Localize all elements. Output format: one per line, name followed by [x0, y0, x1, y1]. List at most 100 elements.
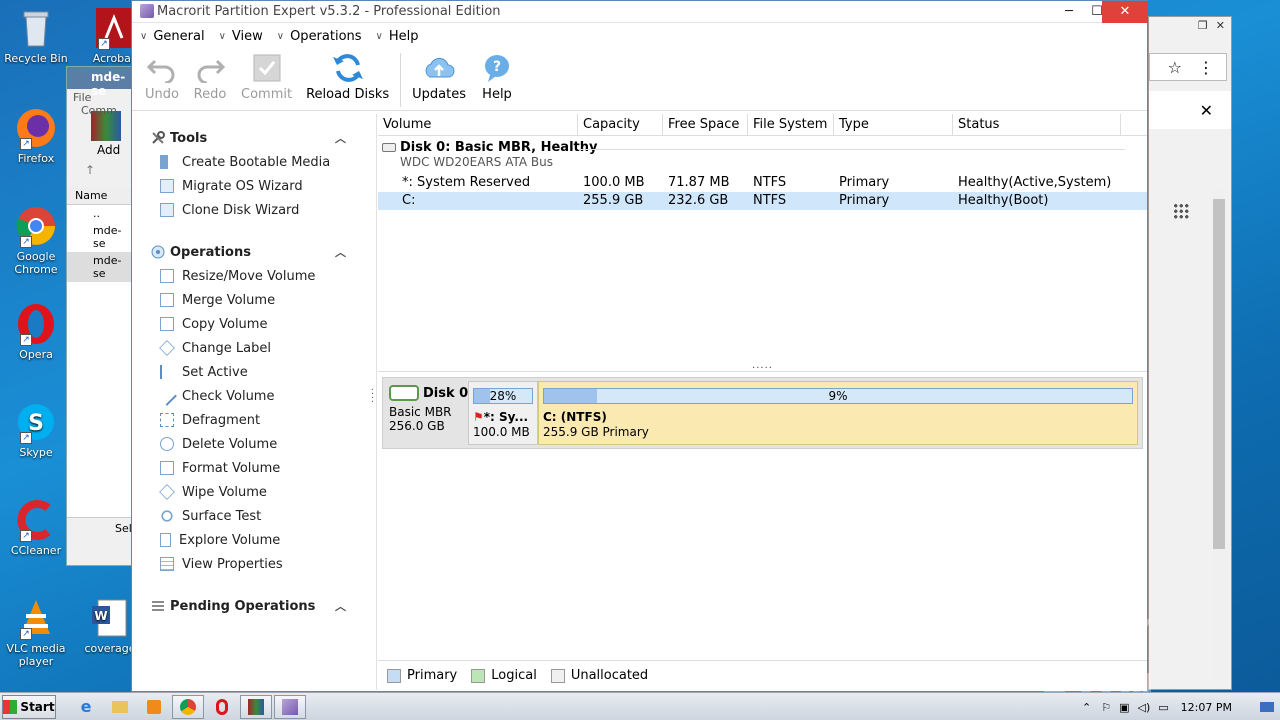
disk-map[interactable]: Disk 0 Basic MBR 256.0 GB 28% ⚑*: Sy... … [382, 377, 1143, 449]
restore-icon[interactable]: ❐ [1198, 19, 1208, 37]
desktop-icon-vlc[interactable]: ↗ VLC media player [4, 596, 68, 668]
taskbar-explorer[interactable] [104, 695, 136, 719]
op-wipe-volume[interactable]: Wipe Volume [132, 480, 376, 504]
tool-migrate-os-wizard[interactable]: Migrate OS Wizard [132, 174, 376, 198]
close-icon[interactable]: ✕ [1200, 101, 1213, 120]
panel-resize-handle[interactable]: · · · · [371, 386, 374, 408]
taskbar-media-player[interactable] [138, 695, 170, 719]
tool-clone-disk-wizard[interactable]: Clone Disk Wizard [132, 198, 376, 222]
splitter-handle[interactable]: ..... [378, 361, 1147, 371]
power-icon[interactable]: ▭ [1158, 701, 1168, 714]
bg-col-name[interactable]: Name [67, 187, 135, 205]
op-format-volume[interactable]: Format Volume [132, 456, 376, 480]
desktop-icon-skype[interactable]: S ↗ Skype [4, 400, 68, 459]
bg-row[interactable]: mde-se [67, 252, 135, 282]
op-copy-volume[interactable]: Copy Volume [132, 312, 376, 336]
menu-view[interactable]: ∨ View [219, 29, 263, 44]
operations-header[interactable]: Operations ︿ [132, 240, 376, 264]
clock[interactable]: 12:07 PM [1181, 701, 1232, 714]
col-type[interactable]: Type [834, 114, 953, 135]
background-window-browser[interactable]: ❐ ✕ ☆ ⋮ ✕ [1148, 16, 1232, 690]
more-icon[interactable]: ⋮ [1198, 58, 1214, 77]
collapse-icon[interactable]: ︿ [335, 598, 346, 614]
op-resize-move-volume[interactable]: Resize/Move Volume [132, 264, 376, 288]
disk-map-kind: Basic MBR [389, 405, 452, 419]
partition-block-c[interactable]: 9% C: (NTFS) 255.9 GB Primary [538, 381, 1138, 445]
op-defragment[interactable]: Defragment [132, 408, 376, 432]
table-row-selected[interactable]: C: 255.9 GB 232.6 GB NTFS Primary Health… [378, 192, 1147, 210]
desktop-icon-firefox[interactable]: ↗ Firefox [4, 106, 68, 165]
op-change-label[interactable]: Change Label [132, 336, 376, 360]
op-check-volume[interactable]: Check Volume [132, 384, 376, 408]
copy-icon [160, 317, 174, 331]
redo-button[interactable]: Redo [186, 49, 234, 102]
title-bar[interactable]: Macrorit Partition Expert v5.3.2 - Profe… [132, 1, 1148, 23]
col-volume[interactable]: Volume [378, 114, 578, 135]
bg-row[interactable]: mde-se [67, 222, 135, 252]
action-center-flag-icon[interactable]: ⚐ [1101, 701, 1111, 714]
eraser-icon [159, 484, 175, 500]
op-delete-volume[interactable]: Delete Volume [132, 432, 376, 456]
taskbar-ie[interactable]: e [70, 695, 102, 719]
chevron-down-icon: ∨ [140, 30, 148, 42]
show-hidden-icons[interactable]: ⌃ [1082, 701, 1091, 714]
bg-up-arrow-icon[interactable]: ↑ [67, 157, 135, 179]
desktop-icon-opera[interactable]: ↗ Opera [4, 302, 68, 361]
op-surface-test[interactable]: Surface Test [132, 504, 376, 528]
col-capacity[interactable]: Capacity [578, 114, 663, 135]
desktop-icon-ccleaner[interactable]: ↗ CCleaner [4, 498, 68, 557]
desktop-icon-chrome[interactable]: ↗ Google Chrome [4, 204, 68, 276]
op-merge-volume[interactable]: Merge Volume [132, 288, 376, 312]
partition-block-system-reserved[interactable]: 28% ⚑*: Sy... 100.0 MB [468, 381, 538, 445]
commit-button[interactable]: Commit [234, 49, 299, 102]
undo-button[interactable]: Undo [138, 49, 186, 102]
usage-percent: 9% [828, 389, 848, 403]
collapse-icon[interactable]: ︿ [335, 244, 346, 260]
table-row[interactable]: *: System Reserved 100.0 MB 71.87 MB NTF… [378, 174, 1147, 192]
menu-operations[interactable]: ∨ Operations [277, 29, 362, 44]
start-button[interactable]: Start [2, 694, 56, 719]
updates-button[interactable]: Updates [405, 49, 473, 102]
menu-help[interactable]: ∨ Help [376, 29, 419, 44]
background-window-archive[interactable]: mde-se File Comm Add ↑ Name .. mde-se md… [66, 66, 163, 566]
bg-address-bar[interactable]: ☆ ⋮ [1149, 53, 1227, 81]
reload-disks-button[interactable]: Reload Disks [299, 49, 396, 102]
vlc-icon: ↗ [14, 596, 58, 640]
op-explore-volume[interactable]: Explore Volume [132, 528, 376, 552]
disk-group-row[interactable]: Disk 0: Basic MBR, Healthy WDC WD20EARS … [378, 136, 1147, 172]
col-status[interactable]: Status [953, 114, 1121, 135]
minimize-button[interactable]: ─ [1054, 1, 1084, 23]
volume-icon[interactable]: ◁) [1138, 701, 1151, 714]
pending-operations-header[interactable]: Pending Operations ︿ [132, 594, 376, 618]
help-button[interactable]: ? Help [473, 49, 521, 102]
bg-menu-file[interactable]: File [73, 91, 91, 104]
show-desktop-icon[interactable] [1260, 702, 1274, 712]
taskbar-opera[interactable] [206, 695, 238, 719]
col-free-space[interactable]: Free Space [663, 114, 748, 135]
col-file-system[interactable]: File System [748, 114, 834, 135]
taskbar-chrome[interactable] [172, 694, 204, 719]
bg-menu-comm[interactable]: Comm [81, 104, 117, 117]
tool-create-bootable-media[interactable]: Create Bootable Media [132, 150, 376, 174]
apps-grid-icon[interactable] [1173, 203, 1189, 219]
chrome-icon: ↗ [14, 204, 58, 248]
taskbar-partition-expert[interactable] [274, 694, 306, 719]
op-view-properties[interactable]: View Properties [132, 552, 376, 576]
scroll-thumb[interactable] [1213, 199, 1225, 549]
cell-free: 232.6 GB [668, 193, 729, 208]
op-set-active[interactable]: Set Active [132, 360, 376, 384]
bg-row[interactable]: .. [67, 205, 135, 222]
close-icon[interactable]: ✕ [1216, 19, 1225, 37]
bg-scrollbar[interactable] [1213, 189, 1225, 679]
close-button[interactable]: ✕ [1102, 1, 1148, 23]
desktop-icon-recycle-bin[interactable]: Recycle Bin [4, 6, 68, 65]
collapse-icon[interactable]: ︿ [335, 130, 346, 146]
star-icon[interactable]: ☆ [1168, 58, 1182, 77]
partition-expert-window[interactable]: Macrorit Partition Expert v5.3.2 - Profe… [131, 0, 1148, 692]
taskbar-winrar[interactable] [240, 694, 272, 719]
desktop-icon-label: Opera [19, 348, 53, 361]
menu-general[interactable]: ∨ General [140, 29, 205, 44]
network-icon[interactable]: ▣ [1119, 701, 1129, 714]
tools-header[interactable]: Tools ︿ [132, 126, 376, 150]
partition-size: 255.9 GB Primary [543, 425, 649, 439]
